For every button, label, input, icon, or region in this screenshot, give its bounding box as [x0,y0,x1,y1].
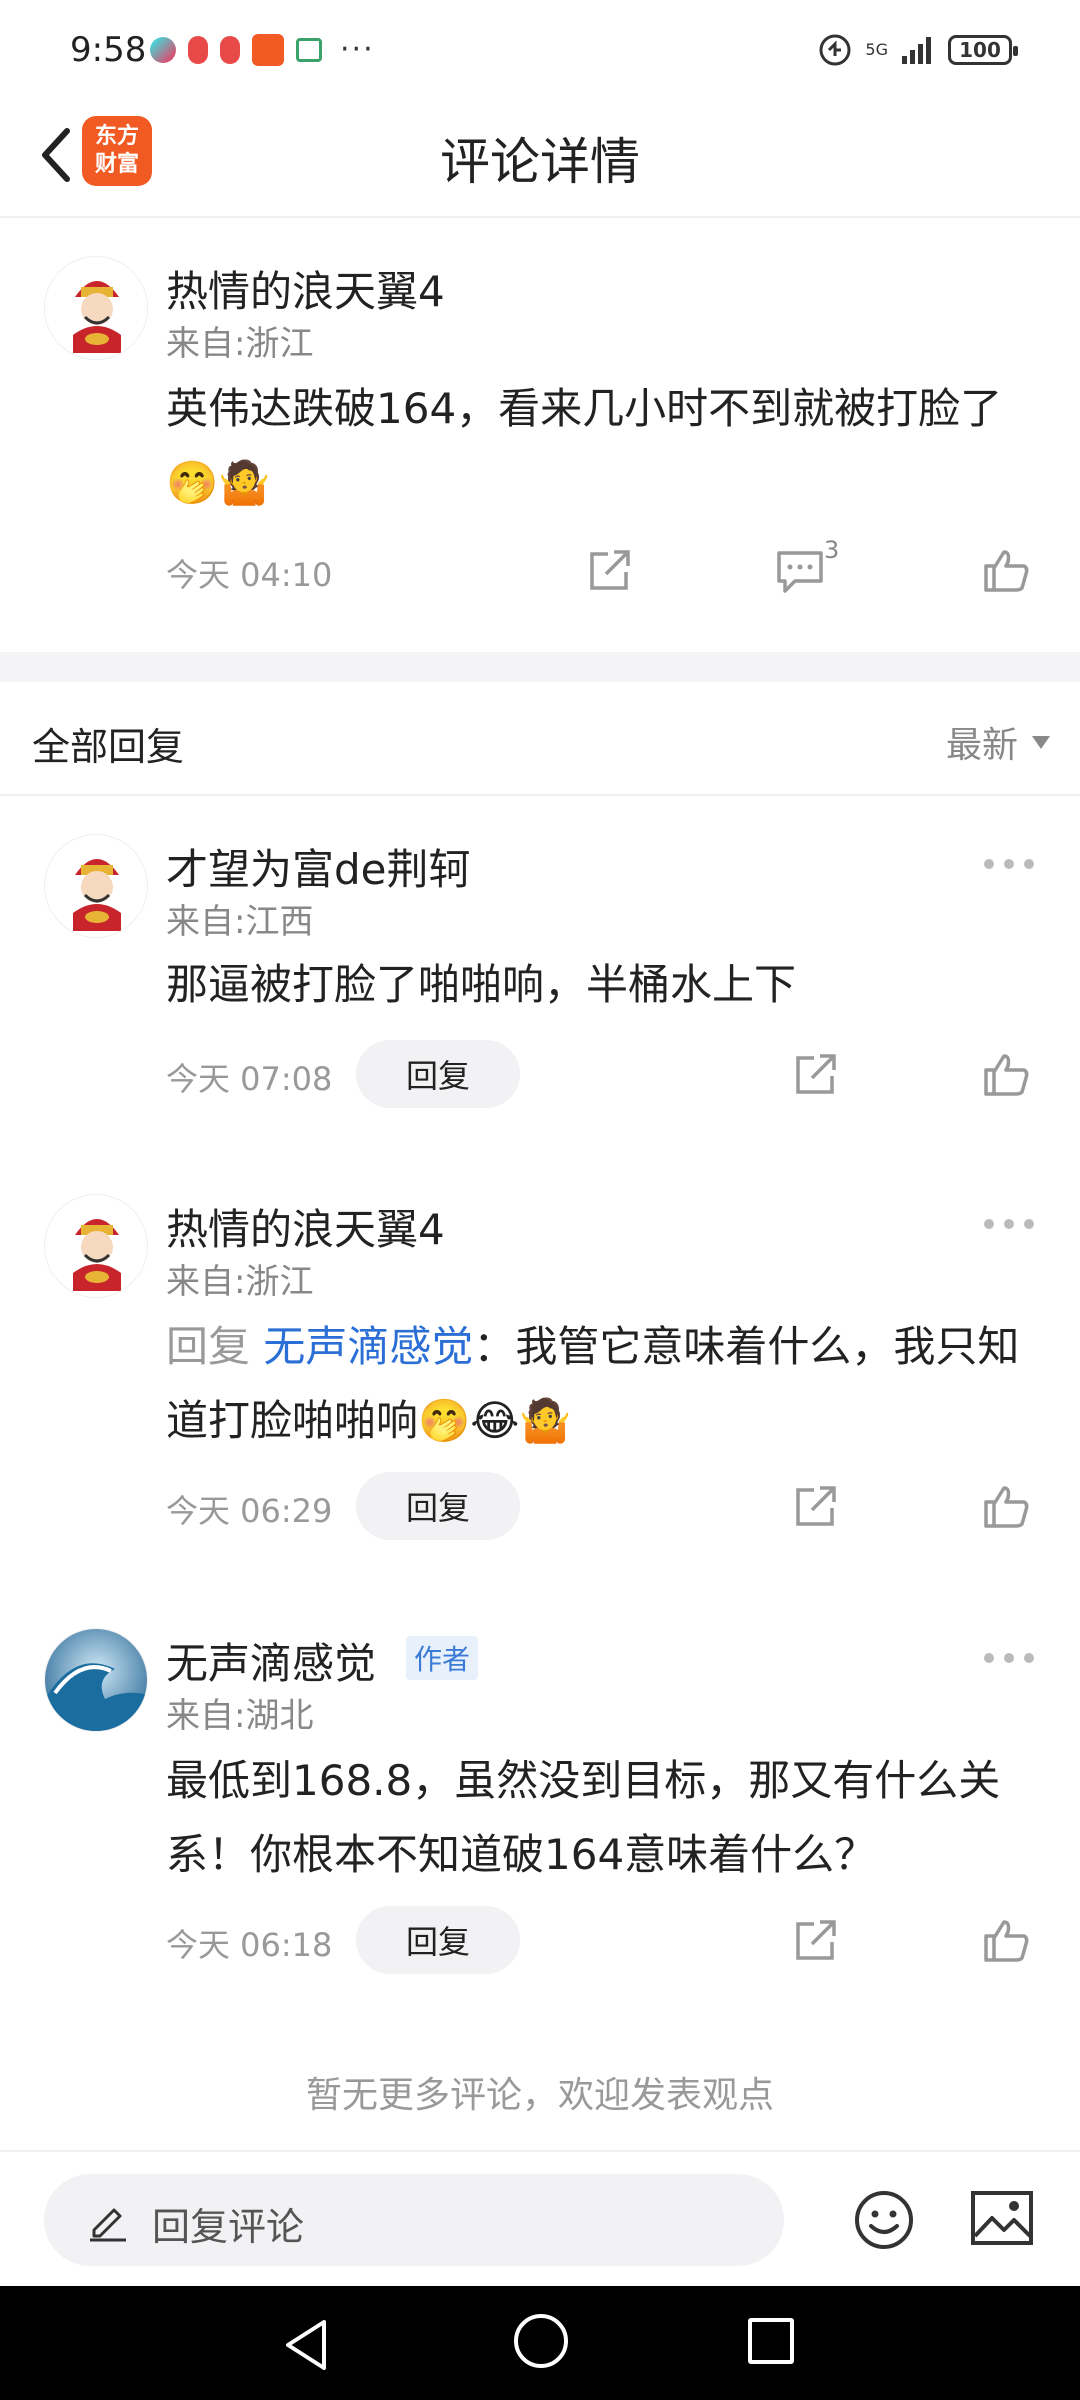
reply-item: 无声滴感觉 作者 来自:湖北 最低到168.8，虽然没到目标，那又有什么关系！你… [0,1590,1080,2010]
dot [1024,1219,1034,1229]
username[interactable]: 热情的浪天翼4 [166,258,445,319]
share-button[interactable] [786,1476,846,1536]
all-replies-title: 全部回复 [32,725,185,769]
share-icon [590,550,630,590]
dot [984,859,994,869]
share-icon [796,1920,836,1960]
author-badge: 作者 [406,1636,479,1680]
wave-avatar-icon [45,1629,147,1731]
thumbs-up-icon [984,550,1029,592]
share-icon [796,1486,836,1526]
username[interactable]: 才望为富de荆轲 [166,836,471,897]
comment-count: 3 [824,536,840,564]
username[interactable]: 热情的浪天翼4 [166,1196,445,1257]
dot [1004,1653,1014,1663]
eastmoney-notification-icon [252,33,284,66]
app-notification-icon [188,35,208,64]
like-button[interactable] [976,1044,1036,1104]
notification-icons: ··· [150,32,375,67]
more-notifications-icon: ··· [340,32,375,67]
status-bar: 9:58 ··· 5G 100 [0,0,1080,100]
dot [1004,859,1014,869]
comment-time: 今天 04:10 [166,556,333,594]
more-options-button[interactable] [984,1214,1034,1234]
nav-recent-apps-icon[interactable] [748,2318,794,2364]
share-button[interactable] [580,540,640,600]
caishen-avatar-icon [45,835,147,937]
comment-text: 英伟达跌破164，看来几小时不到就被打脸了🤭🤷 [166,384,1003,507]
status-time: 9:58 [70,30,147,70]
more-options-button[interactable] [984,1648,1034,1668]
location: 来自:江西 [166,902,314,942]
input-placeholder: 回复评论 [152,2205,305,2249]
location: 来自:浙江 [166,1262,314,1302]
avatar[interactable] [44,1194,148,1298]
dot [984,1653,994,1663]
comment-button[interactable] [770,542,830,602]
emoji-icon[interactable] [852,2188,916,2252]
thumbs-up-icon [984,1920,1029,1962]
reply-input[interactable]: 回复评论 [44,2174,784,2266]
reply-time: 今天 07:08 [166,1060,333,1098]
username[interactable]: 无声滴感觉 [166,1630,376,1691]
location: 来自:湖北 [166,1696,314,1736]
caret-down-icon [1032,735,1050,749]
thumbs-up-icon [984,1486,1029,1528]
like-button[interactable] [976,1476,1036,1536]
avatar[interactable] [44,834,148,938]
reply-text: 最低到168.8，虽然没到目标，那又有什么关系！你根本不知道破164意味着什么？ [166,1756,1001,1879]
tiktok-icon [150,36,176,63]
status-right: 5G 100 [817,32,1018,68]
like-button[interactable] [976,540,1036,600]
reply-button[interactable]: 回复 [356,1040,520,1108]
reply-item: 热情的浪天翼4 来自:浙江 回复 无声滴感觉：我管它意味着什么，我只知道打脸啪啪… [0,1156,1080,1576]
app-notification-icon [220,35,240,64]
signal-icon [902,37,931,64]
avatar[interactable] [44,1628,148,1732]
dot [1024,1653,1034,1663]
dot [984,1219,994,1229]
share-button[interactable] [786,1910,846,1970]
reply-time: 今天 06:18 [166,1926,333,1964]
section-divider [0,652,1080,682]
no-more-comments-text: 暂无更多评论，欢迎发表观点 [305,2075,774,2116]
location: 来自:浙江 [166,324,314,364]
reply-button[interactable]: 回复 [356,1472,520,1540]
mention-link[interactable]: 无声滴感觉 [263,1322,473,1371]
image-icon[interactable] [970,2190,1034,2246]
comment-icon [777,551,823,593]
battery-icon: 100 [948,35,1018,65]
home-app-icon [296,37,322,62]
caishen-avatar-icon [45,257,147,359]
share-button[interactable] [786,1044,846,1104]
avatar[interactable] [44,256,148,360]
dot [1004,1219,1014,1229]
reply-prefix: 回复 [166,1322,251,1371]
reply-button[interactable]: 回复 [356,1906,520,1974]
main-comment: 热情的浪天翼4 来自:浙江 英伟达跌破164，看来几小时不到就被打脸了🤭🤷 今天… [0,218,1080,652]
thumbs-up-icon [984,1054,1029,1096]
page-title: 评论详情 [440,133,640,191]
replies-header: 全部回复 最新 [0,682,1080,796]
nav-home-icon[interactable] [514,2314,568,2368]
pen-icon [90,2208,126,2242]
reply-text: 那逼被打脸了啪啪响，半桶水上下 [166,960,797,1009]
share-icon [796,1054,836,1094]
like-button[interactable] [976,1910,1036,1970]
sort-dropdown[interactable]: 最新 [946,716,1050,768]
bottom-input-bar: 回复评论 [0,2150,1080,2286]
data-saver-icon [819,34,851,66]
network-label: 5G [865,40,888,59]
more-options-button[interactable] [984,854,1034,874]
reply-time: 今天 06:29 [166,1492,333,1530]
nav-back-icon[interactable] [282,2318,332,2372]
sort-label: 最新 [945,725,1018,766]
dot [1024,859,1034,869]
caishen-avatar-icon [45,1195,147,1297]
reply-item: 才望为富de荆轲 来自:江西 那逼被打脸了啪啪响，半桶水上下 今天 07:08 … [0,796,1080,1146]
system-nav-bar [0,2286,1080,2400]
reply-text: 回复 无声滴感觉：我管它意味着什么，我只知道打脸啪啪响🤭😂🤷 [166,1310,1036,1458]
header: 东方 财富 评论详情 [0,100,1080,218]
